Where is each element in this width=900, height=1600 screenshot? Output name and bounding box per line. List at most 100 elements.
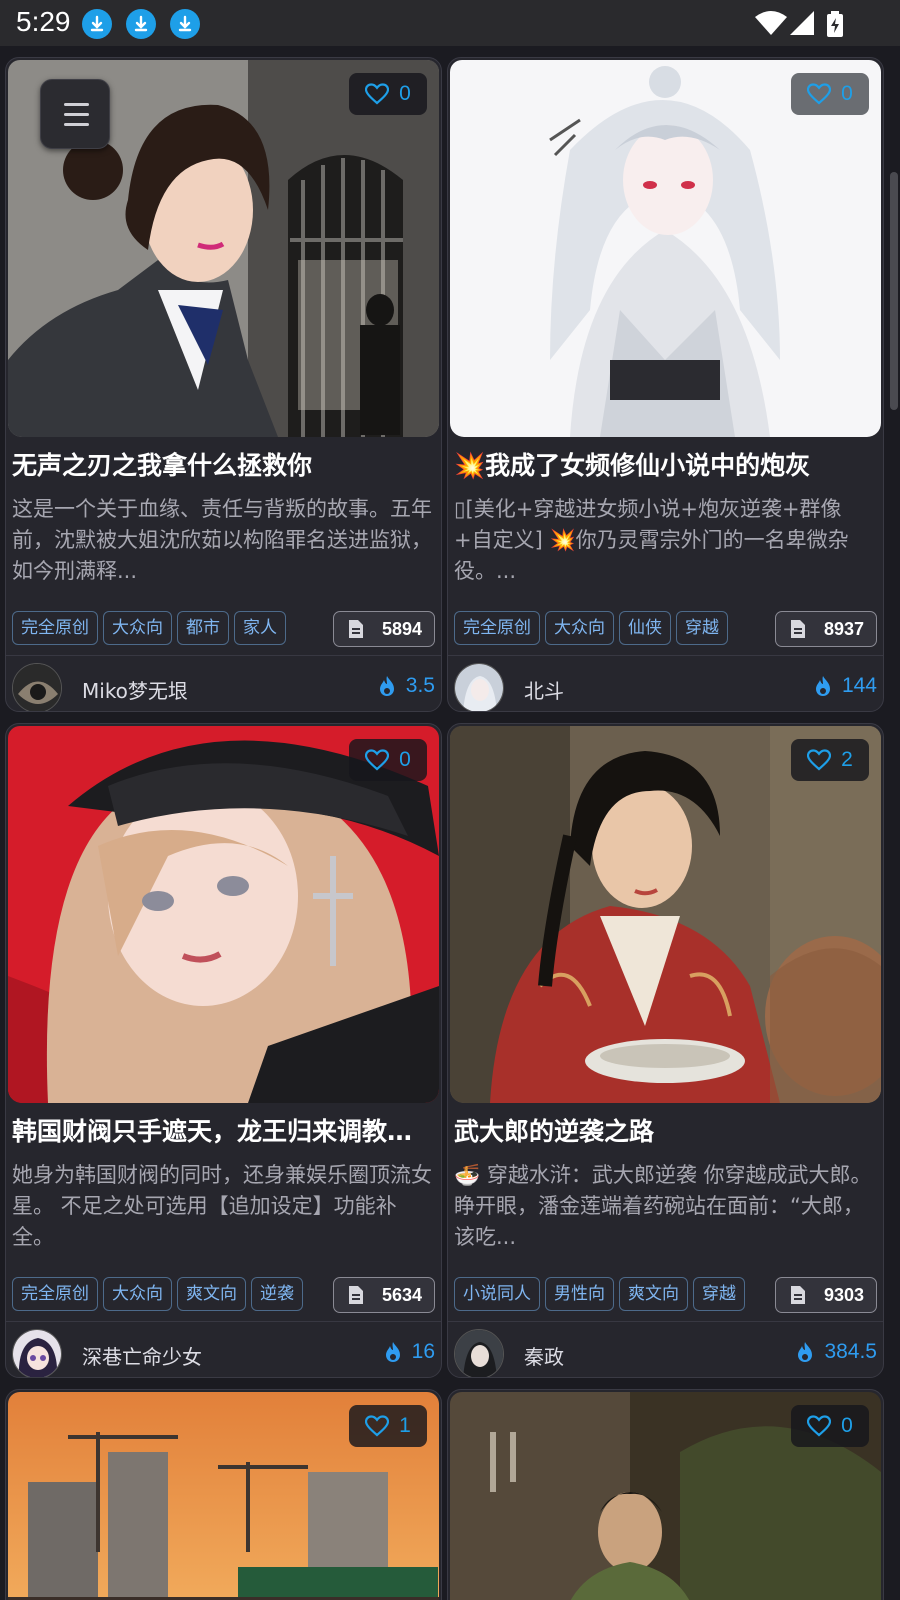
tag[interactable]: 穿越 (676, 611, 728, 645)
story-card[interactable]: 1 (5, 1389, 442, 1600)
word-count: 9303 (823, 1284, 864, 1305)
heat-value: 144 (841, 674, 877, 697)
document-icon (791, 1286, 805, 1304)
tag[interactable]: 完全原创 (12, 611, 98, 645)
heat-indicator: 384.5 (796, 1340, 877, 1364)
story-title[interactable]: 💥我成了女频修仙小说中的炮灰 (454, 446, 874, 482)
tag-list: 小说同人 男性向 爽文向 穿越 (454, 1277, 745, 1311)
divider (448, 1321, 883, 1322)
divider (6, 655, 441, 656)
document-icon (349, 1286, 363, 1304)
story-card[interactable]: 0 💥我成了女频修仙小说中的炮灰 ▯[美化+穿越进女频小说+炮灰逆袭+群像+自定… (447, 57, 884, 712)
document-icon (791, 620, 805, 638)
divider (448, 655, 883, 656)
heat-value: 3.5 (405, 674, 435, 697)
wifi-icon (755, 11, 787, 35)
like-button[interactable]: 2 (791, 739, 869, 781)
like-count: 0 (399, 748, 411, 771)
scrollbar[interactable] (890, 172, 898, 410)
tag[interactable]: 大众向 (103, 611, 172, 645)
like-button[interactable]: 0 (349, 73, 427, 115)
status-bar: 5:29 (0, 0, 900, 46)
tag[interactable]: 完全原创 (12, 1277, 98, 1311)
like-button[interactable]: 0 (791, 73, 869, 115)
story-title[interactable]: 无声之刃之我拿什么拯救你 (12, 446, 432, 482)
flame-icon (798, 1342, 813, 1362)
tag[interactable]: 完全原创 (454, 611, 540, 645)
heart-icon (365, 83, 390, 105)
heart-icon (365, 749, 390, 771)
story-description: ▯[美化+穿越进女频小说+炮灰逆袭+群像+自定义] 💥你乃灵霄宗外门的一名卑微杂… (454, 497, 849, 583)
word-count-badge: 5634 (333, 1277, 435, 1313)
heat-indicator: 144 (814, 674, 877, 698)
tag[interactable]: 爽文向 (619, 1277, 688, 1311)
story-title[interactable]: 武大郎的逆袭之路 (454, 1112, 874, 1148)
avatar[interactable] (454, 663, 504, 711)
tag[interactable]: 小说同人 (454, 1277, 540, 1311)
tag[interactable]: 男性向 (545, 1277, 614, 1311)
menu-icon (64, 103, 89, 106)
word-count: 8937 (823, 618, 864, 639)
cover-image[interactable] (450, 726, 881, 1103)
signal-icon (790, 11, 814, 35)
author-name[interactable]: 秦政 (524, 1341, 564, 1370)
heat-value: 16 (411, 1340, 435, 1363)
heart-icon (365, 1415, 390, 1437)
menu-icon-bar (64, 113, 89, 116)
word-count: 5894 (381, 618, 422, 639)
flame-icon (815, 676, 830, 696)
avatar[interactable] (12, 1329, 62, 1377)
author-name[interactable]: 北斗 (524, 675, 564, 704)
menu-button[interactable] (40, 79, 110, 149)
like-count: 1 (399, 1414, 411, 1437)
cover-image[interactable] (8, 726, 439, 1103)
story-description: 🍜 穿越水浒：武大郎逆袭 你穿越成武大郎。睁开眼，潘金莲端着药碗站在面前：“大郎… (454, 1163, 872, 1249)
battery-charging-icon (827, 11, 843, 37)
avatar[interactable] (12, 663, 62, 711)
download-icon (126, 9, 156, 39)
document-icon (349, 620, 363, 638)
heart-icon (807, 1415, 832, 1437)
like-count: 0 (399, 82, 411, 105)
tag-list: 完全原创 大众向 仙侠 穿越 (454, 611, 728, 645)
download-icon (82, 9, 112, 39)
like-count: 0 (841, 82, 853, 105)
story-description: 这是一个关于血缘、责任与背叛的故事。五年前，沈默被大姐沈欣茹以构陷罪名送进监狱，… (12, 497, 432, 583)
tag[interactable]: 穿越 (693, 1277, 745, 1311)
tag[interactable]: 家人 (234, 611, 286, 645)
story-card[interactable]: 0 (447, 1389, 884, 1600)
author-name[interactable]: 深巷亡命少女 (82, 1341, 202, 1370)
cover-image[interactable] (450, 60, 881, 437)
story-card[interactable]: 0 韩国财阀只手遮天，龙王归来调教… 她身为韩国财阀的同时，还身兼娱乐圈顶流女星… (5, 723, 442, 1378)
heart-icon (807, 83, 832, 105)
heat-indicator: 3.5 (378, 674, 435, 698)
divider (6, 1321, 441, 1322)
tag[interactable]: 大众向 (545, 611, 614, 645)
word-count-badge: 8937 (775, 611, 877, 647)
like-button[interactable]: 0 (791, 1405, 869, 1447)
story-description: 她身为韩国财阀的同时，还身兼娱乐圈顶流女星。 不足之处可选用【追加设定】功能补全… (12, 1163, 432, 1249)
tag[interactable]: 爽文向 (177, 1277, 246, 1311)
story-title[interactable]: 韩国财阀只手遮天，龙王归来调教… (12, 1112, 432, 1148)
flame-icon (379, 676, 394, 696)
heart-icon (807, 749, 832, 771)
like-count: 0 (841, 1414, 853, 1437)
author-name[interactable]: Miko梦无垠 (82, 675, 188, 704)
tag[interactable]: 仙侠 (619, 611, 671, 645)
word-count-badge: 5894 (333, 611, 435, 647)
download-icon (170, 9, 200, 39)
tag[interactable]: 大众向 (103, 1277, 172, 1311)
flame-icon (385, 1342, 400, 1362)
word-count: 5634 (381, 1284, 422, 1305)
tag[interactable]: 逆袭 (251, 1277, 303, 1311)
tag-list: 完全原创 大众向 爽文向 逆袭 (12, 1277, 303, 1311)
like-button[interactable]: 1 (349, 1405, 427, 1447)
avatar[interactable] (454, 1329, 504, 1377)
like-count: 2 (841, 748, 853, 771)
menu-icon-bar (64, 123, 89, 126)
heat-value: 384.5 (824, 1340, 877, 1363)
story-card[interactable]: 0 无声之刃之我拿什么拯救你 这是一个关于血缘、责任与背叛的故事。五年前，沈默被… (5, 57, 442, 712)
like-button[interactable]: 0 (349, 739, 427, 781)
story-card[interactable]: 2 武大郎的逆袭之路 🍜 穿越水浒：武大郎逆袭 你穿越成武大郎。睁开眼，潘金莲端… (447, 723, 884, 1378)
tag[interactable]: 都市 (177, 611, 229, 645)
